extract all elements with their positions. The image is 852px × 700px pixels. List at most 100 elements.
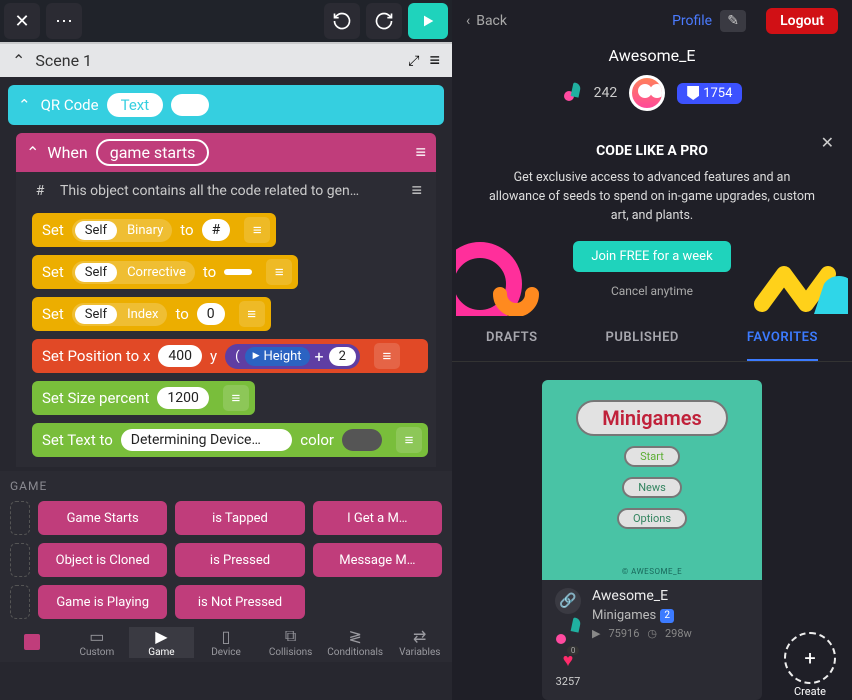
square-icon xyxy=(24,634,40,650)
project-author: Awesome_E xyxy=(592,588,750,604)
drag-handle[interactable] xyxy=(10,543,30,577)
profile-pane: ‹ Back Profile ✎ Logout Awesome_E 242 17… xyxy=(452,0,852,700)
tab-conditionals[interactable]: ≷Conditionals xyxy=(323,627,388,658)
object-value[interactable] xyxy=(171,94,209,116)
drag-handle[interactable] xyxy=(10,585,30,619)
event-game-starts[interactable]: Game Starts xyxy=(38,501,167,535)
tab-published[interactable]: PUBLISHED xyxy=(606,316,679,361)
menu-icon[interactable]: ≡ xyxy=(396,427,422,453)
version-badge: 2 xyxy=(660,609,674,623)
undo-button[interactable] xyxy=(324,3,360,39)
code-editor: ⌃ QR Code Text ⌃ When game starts ≡ # Th… xyxy=(0,77,452,700)
chevron-up-icon: ⌃ xyxy=(26,143,39,162)
chevron-up-icon: ⌃ xyxy=(12,51,25,70)
age: 298w xyxy=(665,627,692,640)
play-icon: ▶ xyxy=(592,627,600,640)
scene-title: Scene 1 xyxy=(35,51,398,70)
profile-stats: 242 1754 xyxy=(562,75,743,111)
editor-topbar: ✕ ⋯ xyxy=(0,0,452,42)
thumb-options: Options xyxy=(617,508,687,529)
tab-looks[interactable] xyxy=(0,627,65,658)
value-input[interactable]: # xyxy=(202,219,231,241)
menu-icon[interactable]: ≡ xyxy=(223,385,249,411)
event-i-get-message[interactable]: I Get a M… xyxy=(313,501,442,535)
chevron-up-icon: ⌃ xyxy=(18,96,31,114)
tab-custom[interactable]: ▭Custom xyxy=(65,627,130,658)
close-icon[interactable]: ✕ xyxy=(821,133,834,152)
event-object-cloned[interactable]: Object is Cloned xyxy=(38,543,167,577)
thumb-title: Minigames xyxy=(576,400,728,436)
rule-body: # This object contains all the code rela… xyxy=(16,172,436,467)
set-binary-block[interactable]: Set SelfBinary to # ≡ xyxy=(32,213,276,247)
text-input[interactable]: Determining Device… xyxy=(121,429,293,451)
username: Awesome_E xyxy=(609,46,696,65)
hash-icon: # xyxy=(30,183,50,199)
play-button[interactable] xyxy=(408,3,448,39)
custom-icon: ▭ xyxy=(89,627,104,645)
rule-when-block[interactable]: ⌃ When game starts ≡ xyxy=(16,133,436,172)
event-message-matches[interactable]: Message M… xyxy=(313,543,442,577)
when-label: When xyxy=(47,143,87,162)
set-text-block[interactable]: Set Text to Determining Device… color ≡ xyxy=(32,423,428,457)
menu-icon[interactable]: ≡ xyxy=(415,142,426,163)
heart-badge: 0 xyxy=(567,646,580,655)
project-card[interactable]: Minigames Start News Options © AWESOME_E… xyxy=(542,380,762,700)
size-input[interactable]: 1200 xyxy=(157,387,208,409)
tab-game[interactable]: ▶Game xyxy=(129,627,194,658)
tab-drafts[interactable]: DRAFTS xyxy=(486,316,538,361)
set-corrective-block[interactable]: Set SelfCorrective to ≡ xyxy=(32,255,298,289)
create-button[interactable]: + Create xyxy=(784,632,836,684)
x-input[interactable]: 400 xyxy=(158,345,202,367)
set-size-block[interactable]: Set Size percent 1200 ≡ xyxy=(32,381,255,415)
set-position-block[interactable]: Set Position to x 400 y ( ▶Height + 2 ≡ xyxy=(32,339,428,373)
redo-button[interactable] xyxy=(366,3,402,39)
menu-icon[interactable]: ≡ xyxy=(266,259,292,285)
promo-banner: ✕ CODE LIKE A PRO Get exclusive access t… xyxy=(456,123,848,316)
project-meta: 🔗 ♥ 0 3257 Awesome_E Minigames 2 xyxy=(542,580,762,700)
when-condition[interactable]: game starts xyxy=(96,139,210,166)
object-text-pill[interactable]: Text xyxy=(107,93,164,117)
edit-icon[interactable]: ✎ xyxy=(720,10,746,32)
event-is-tapped[interactable]: is Tapped xyxy=(175,501,304,535)
promo-decoration-left xyxy=(456,234,540,316)
favorites-grid: Minigames Start News Options © AWESOME_E… xyxy=(452,362,852,700)
link-icon[interactable]: 🔗 xyxy=(555,588,581,614)
back-button[interactable]: ‹ Back xyxy=(466,13,507,29)
tab-variables[interactable]: ⇄Variables xyxy=(387,627,452,658)
trophy-badge[interactable]: 1754 xyxy=(677,83,742,104)
tab-collisions[interactable]: ⧉Collisions xyxy=(258,627,323,658)
event-game-playing[interactable]: Game is Playing xyxy=(38,585,167,619)
promo-cta[interactable]: Join FREE for a week xyxy=(573,241,730,272)
avatar[interactable] xyxy=(629,75,665,111)
set-index-block[interactable]: Set SelfIndex to 0 ≡ xyxy=(32,297,271,331)
event-is-pressed[interactable]: is Pressed xyxy=(175,543,304,577)
play-icon: ▶ xyxy=(253,351,260,361)
menu-icon[interactable]: ≡ xyxy=(429,50,440,71)
y-expression[interactable]: ( ▶Height + 2 xyxy=(225,344,360,369)
play-icon: ▶ xyxy=(155,627,167,645)
play-count: 75916 xyxy=(608,627,639,640)
comment-block[interactable]: # This object contains all the code rela… xyxy=(24,176,428,205)
profile-link[interactable]: Profile ✎ xyxy=(672,10,746,32)
chevron-left-icon: ‹ xyxy=(466,13,470,29)
scene-row[interactable]: ⌃ Scene 1 ⤢ ≡ xyxy=(0,42,452,77)
fullscreen-icon[interactable]: ⤢ xyxy=(408,53,419,69)
value-input[interactable]: 0 xyxy=(197,303,225,325)
drag-handle[interactable] xyxy=(10,501,30,535)
object-block[interactable]: ⌃ QR Code Text xyxy=(8,85,444,125)
close-button[interactable]: ✕ xyxy=(4,3,40,39)
menu-icon[interactable]: ≡ xyxy=(244,217,270,243)
object-name: QR Code xyxy=(41,96,99,114)
menu-icon[interactable]: ≡ xyxy=(411,180,422,201)
menu-icon[interactable]: ≡ xyxy=(374,343,400,369)
menu-icon[interactable]: ≡ xyxy=(239,301,265,327)
tab-device[interactable]: ▯Device xyxy=(194,627,259,658)
color-input[interactable] xyxy=(342,429,382,451)
tab-favorites[interactable]: FAVORITES xyxy=(747,316,818,361)
event-not-pressed[interactable]: is Not Pressed xyxy=(175,585,304,619)
project-name: Minigames 2 xyxy=(592,608,750,623)
logout-button[interactable]: Logout xyxy=(766,8,838,34)
collisions-icon: ⧉ xyxy=(285,627,296,645)
more-button[interactable]: ⋯ xyxy=(46,3,82,39)
value-input[interactable] xyxy=(224,269,252,275)
